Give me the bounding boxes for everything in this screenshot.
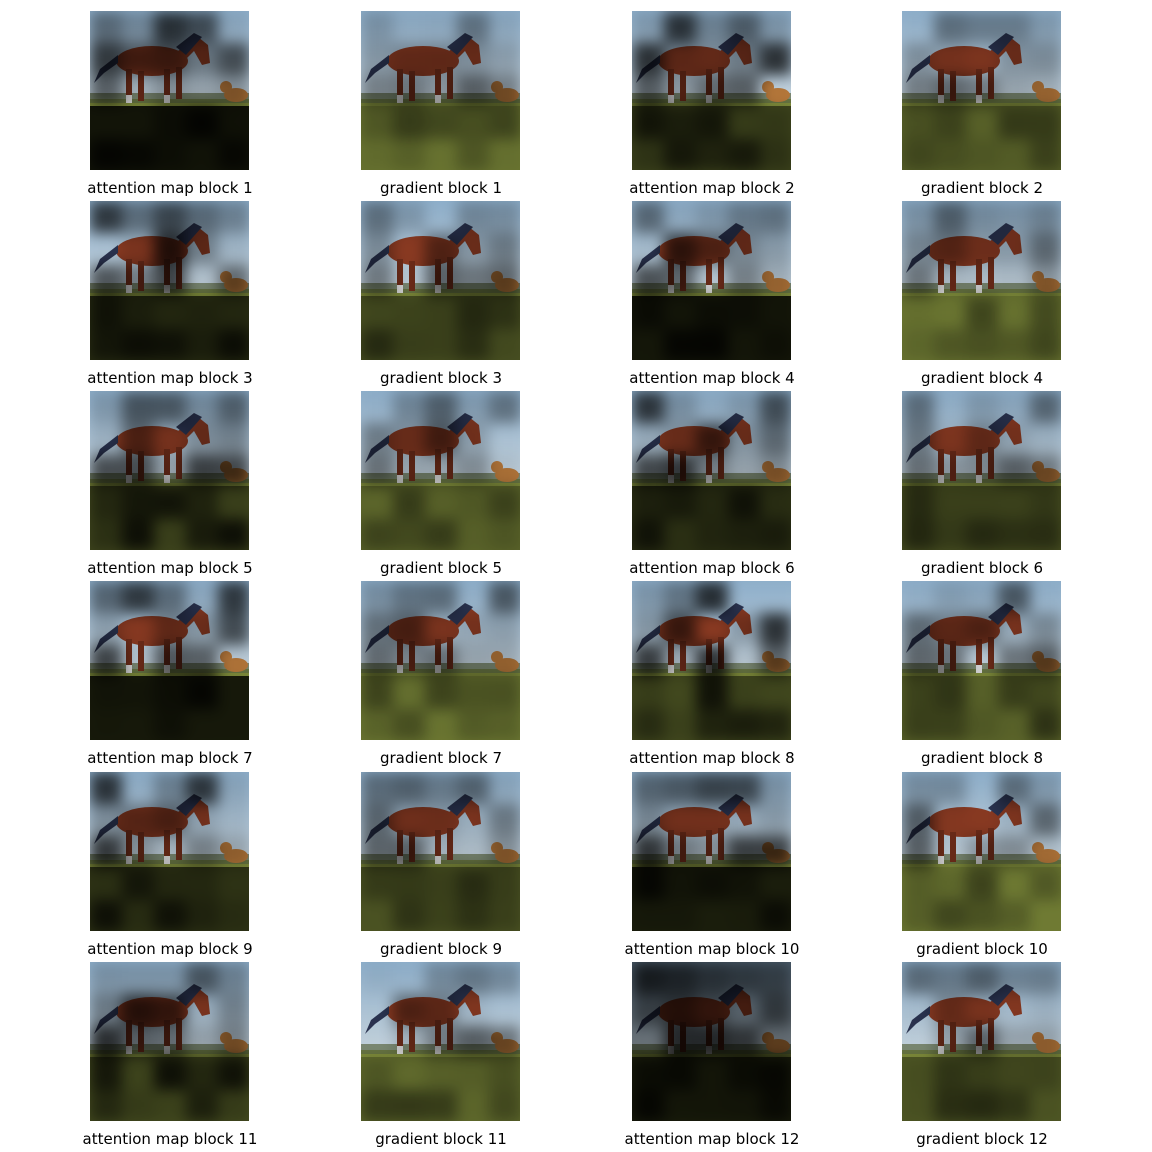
panel-gradient-block-10: gradient block 10 (847, 772, 1117, 962)
panel-caption: attention map block 10 (624, 940, 800, 958)
horse-image (361, 581, 520, 740)
horse-image (902, 201, 1061, 360)
horse-image (90, 391, 249, 550)
panel-caption: gradient block 5 (379, 559, 503, 577)
horse-image (90, 772, 249, 931)
panel-caption: gradient block 11 (375, 1130, 507, 1148)
panel-gradient-block-8: gradient block 8 (847, 581, 1117, 771)
horse-image (361, 391, 520, 550)
panel-caption: gradient block 1 (379, 179, 503, 197)
panel-attention-block-2: attention map block 2 (577, 11, 847, 201)
horse-image (90, 11, 249, 170)
panel-gradient-block-3: gradient block 3 (306, 201, 576, 391)
panel-caption: attention map block 11 (82, 1130, 258, 1148)
panel-attention-block-10: attention map block 10 (577, 772, 847, 962)
horse-image (361, 772, 520, 931)
panel-attention-block-3: attention map block 3 (35, 201, 305, 391)
panel-caption: attention map block 6 (629, 559, 795, 577)
figure-grid: attention map block 1 gradient block 1 att… (0, 0, 1152, 1152)
panel-attention-block-12: attention map block 12 (577, 962, 847, 1152)
horse-image (902, 772, 1061, 931)
panel-attention-block-8: attention map block 8 (577, 581, 847, 771)
panel-caption: gradient block 6 (920, 559, 1044, 577)
panel-gradient-block-4: gradient block 4 (847, 201, 1117, 391)
panel-caption: gradient block 12 (916, 1130, 1048, 1148)
horse-image (902, 11, 1061, 170)
horse-image (361, 11, 520, 170)
panel-caption: gradient block 8 (920, 749, 1044, 767)
panel-gradient-block-5: gradient block 5 (306, 391, 576, 581)
horse-image (632, 201, 791, 360)
horse-image (632, 581, 791, 740)
horse-image (361, 201, 520, 360)
panel-caption: attention map block 3 (87, 369, 253, 387)
panel-caption: attention map block 2 (629, 179, 795, 197)
panel-caption: gradient block 10 (916, 940, 1048, 958)
horse-image (90, 962, 249, 1121)
panel-gradient-block-6: gradient block 6 (847, 391, 1117, 581)
horse-image (361, 962, 520, 1121)
panel-gradient-block-7: gradient block 7 (306, 581, 576, 771)
panel-caption: attention map block 5 (87, 559, 253, 577)
panel-attention-block-9: attention map block 9 (35, 772, 305, 962)
panel-caption: attention map block 9 (87, 940, 253, 958)
horse-image (632, 11, 791, 170)
panel-gradient-block-11: gradient block 11 (306, 962, 576, 1152)
panel-attention-block-4: attention map block 4 (577, 201, 847, 391)
panel-caption: attention map block 12 (624, 1130, 800, 1148)
panel-caption: gradient block 2 (920, 179, 1044, 197)
panel-caption: attention map block 7 (87, 749, 253, 767)
panel-gradient-block-2: gradient block 2 (847, 11, 1117, 201)
panel-attention-block-5: attention map block 5 (35, 391, 305, 581)
panel-caption: attention map block 8 (629, 749, 795, 767)
panel-caption: gradient block 4 (920, 369, 1044, 387)
panel-gradient-block-9: gradient block 9 (306, 772, 576, 962)
horse-image (902, 391, 1061, 550)
panel-caption: attention map block 1 (87, 179, 253, 197)
panel-gradient-block-12: gradient block 12 (847, 962, 1117, 1152)
horse-image (90, 201, 249, 360)
panel-gradient-block-1: gradient block 1 (306, 11, 576, 201)
panel-attention-block-1: attention map block 1 (35, 11, 305, 201)
horse-image (632, 772, 791, 931)
panel-attention-block-7: attention map block 7 (35, 581, 305, 771)
horse-image (902, 962, 1061, 1121)
horse-image (632, 391, 791, 550)
horse-image (902, 581, 1061, 740)
panel-caption: gradient block 9 (379, 940, 503, 958)
panel-attention-block-11: attention map block 11 (35, 962, 305, 1152)
panel-caption: attention map block 4 (629, 369, 795, 387)
horse-image (632, 962, 791, 1121)
panel-caption: gradient block 3 (379, 369, 503, 387)
panel-attention-block-6: attention map block 6 (577, 391, 847, 581)
horse-image (90, 581, 249, 740)
panel-caption: gradient block 7 (379, 749, 503, 767)
